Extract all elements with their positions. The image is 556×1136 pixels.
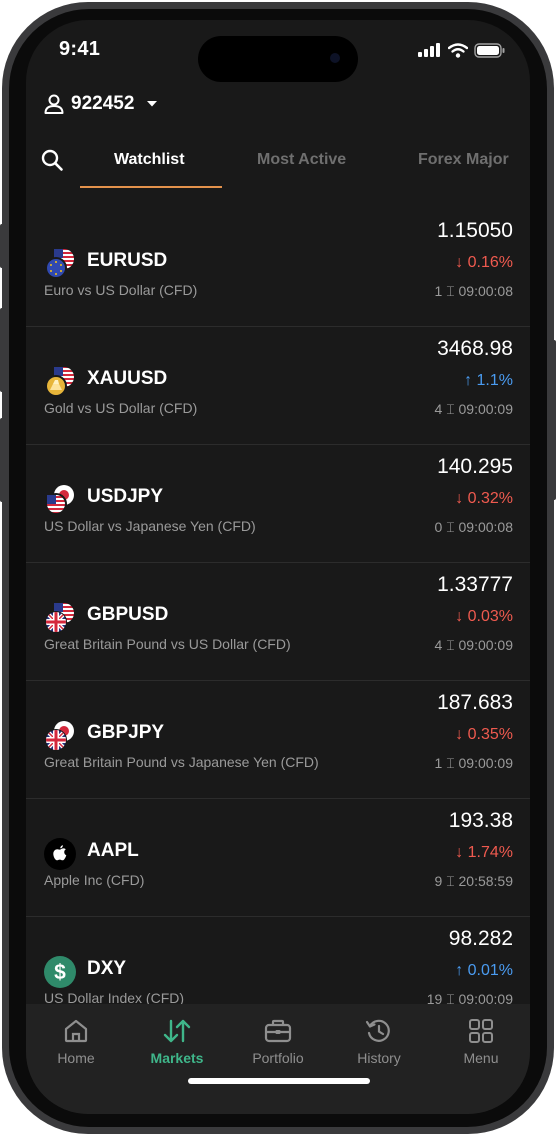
gb-jp-flags-icon bbox=[44, 720, 76, 752]
instrument-description: Great Britain Pound vs US Dollar (CFD) bbox=[44, 636, 291, 652]
apple-logo-icon bbox=[44, 838, 76, 870]
instrument-list[interactable]: EURUSD Euro vs US Dollar (CFD) 1.15050 ↓… bbox=[26, 208, 530, 1008]
instrument-symbol: DXY bbox=[87, 958, 127, 979]
history-icon bbox=[365, 1019, 390, 1042]
status-time: 9:41 bbox=[59, 38, 101, 60]
instrument-row-usdjpy[interactable]: USDJPY US Dollar vs Japanese Yen (CFD) 1… bbox=[26, 444, 530, 563]
active-tab-indicator bbox=[80, 186, 222, 188]
spread-and-time: 4 ⌶ 09:00:09 bbox=[434, 401, 513, 417]
instrument-row-xauusd[interactable]: XAUUSD Gold vs US Dollar (CFD) 3468.98 ↑… bbox=[26, 326, 530, 445]
markets-arrows-icon bbox=[163, 1019, 191, 1043]
instrument-description: Apple Inc (CFD) bbox=[44, 872, 145, 888]
search-icon[interactable] bbox=[40, 148, 64, 172]
camera-dot bbox=[330, 53, 340, 63]
instrument-price: 98.282 bbox=[448, 927, 513, 950]
instrument-price: 140.295 bbox=[437, 455, 513, 478]
instrument-row-gbpjpy[interactable]: GBPJPY Great Britain Pound vs Japanese Y… bbox=[26, 680, 530, 799]
instrument-price: 1.33777 bbox=[437, 573, 513, 596]
nav-home[interactable]: Home bbox=[31, 1018, 121, 1078]
gb-us-flags-icon bbox=[44, 602, 76, 634]
spread-and-time: 4 ⌶ 09:00:09 bbox=[434, 637, 513, 653]
spread-and-time: 9 ⌶ 20:58:59 bbox=[434, 873, 513, 889]
instrument-symbol: AAPL bbox=[87, 840, 139, 861]
action-button bbox=[0, 224, 4, 268]
chevron-down-icon bbox=[147, 101, 158, 107]
instrument-price: 193.38 bbox=[448, 809, 513, 832]
instrument-price: 1.15050 bbox=[437, 219, 513, 242]
nav-portfolio[interactable]: Portfolio bbox=[233, 1018, 323, 1078]
instrument-symbol: XAUUSD bbox=[87, 368, 168, 389]
bottom-nav: Home Markets Portfolio History Menu bbox=[26, 1004, 530, 1114]
svg-text:$: $ bbox=[54, 961, 66, 984]
instrument-description: Great Britain Pound vs Japanese Yen (CFD… bbox=[44, 754, 319, 770]
price-change: ↑ 1.1% bbox=[464, 372, 513, 389]
wifi-icon bbox=[448, 42, 468, 58]
nav-label: History bbox=[357, 1050, 401, 1066]
instrument-row-gbpusd[interactable]: GBPUSD Great Britain Pound vs US Dollar … bbox=[26, 562, 530, 681]
nav-menu[interactable]: Menu bbox=[436, 1018, 526, 1078]
instrument-symbol: USDJPY bbox=[87, 486, 164, 507]
spread-and-time: 1 ⌶ 09:00:09 bbox=[434, 755, 513, 771]
spread-and-time: 0 ⌶ 09:00:08 bbox=[434, 519, 513, 535]
instrument-row-eurusd[interactable]: EURUSD Euro vs US Dollar (CFD) 1.15050 ↓… bbox=[26, 208, 530, 327]
eu-us-flags-icon bbox=[44, 248, 76, 280]
account-number: 922452 bbox=[71, 93, 135, 114]
status-icons bbox=[418, 42, 506, 58]
nav-label: Portfolio bbox=[252, 1050, 304, 1066]
nav-label: Menu bbox=[463, 1050, 499, 1066]
instrument-row-aapl[interactable]: AAPL Apple Inc (CFD) 193.38 ↓ 1.74% 9 ⌶ … bbox=[26, 798, 530, 917]
nav-label: Home bbox=[57, 1050, 95, 1066]
nav-history[interactable]: History bbox=[334, 1018, 424, 1078]
status-bar: 9:41 bbox=[26, 20, 530, 82]
power-button bbox=[552, 340, 556, 500]
tab-forex-major[interactable]: Forex Major bbox=[418, 151, 509, 169]
gold-us-icon bbox=[44, 366, 76, 398]
dollar-icon: $ bbox=[44, 956, 76, 988]
volume-down-button bbox=[0, 418, 4, 502]
instrument-symbol: GBPJPY bbox=[87, 722, 165, 743]
instrument-price: 187.683 bbox=[437, 691, 513, 714]
volume-up-button bbox=[0, 308, 4, 392]
tab-most-active[interactable]: Most Active bbox=[257, 151, 346, 169]
nav-markets[interactable]: Markets bbox=[132, 1018, 222, 1078]
price-change: ↓ 0.16% bbox=[455, 254, 513, 271]
home-icon bbox=[64, 1019, 88, 1043]
instrument-description: US Dollar vs Japanese Yen (CFD) bbox=[44, 518, 256, 534]
price-change: ↑ 0.01% bbox=[455, 962, 513, 979]
price-change: ↓ 0.03% bbox=[455, 608, 513, 625]
instrument-symbol: EURUSD bbox=[87, 250, 168, 271]
instrument-description: Euro vs US Dollar (CFD) bbox=[44, 282, 198, 298]
home-indicator[interactable] bbox=[188, 1078, 370, 1084]
price-change: ↓ 1.74% bbox=[455, 844, 513, 861]
battery-icon bbox=[474, 42, 505, 58]
app-screen: 9:41 922452 Watchlist Most Active Forex … bbox=[26, 20, 530, 1114]
price-change: ↓ 0.32% bbox=[455, 490, 513, 507]
grid-icon bbox=[469, 1019, 493, 1043]
user-icon bbox=[44, 94, 64, 114]
spread-and-time: 1 ⌶ 09:00:08 bbox=[434, 283, 513, 299]
instrument-description: Gold vs US Dollar (CFD) bbox=[44, 400, 198, 416]
instrument-row-dxy[interactable]: $ DXY US Dollar Index (CFD) 98.282 ↑ 0.0… bbox=[26, 916, 530, 1008]
dynamic-island bbox=[198, 36, 358, 82]
tab-watchlist[interactable]: Watchlist bbox=[114, 151, 185, 169]
instrument-symbol: GBPUSD bbox=[87, 604, 169, 625]
nav-label: Markets bbox=[150, 1050, 204, 1066]
account-selector[interactable]: 922452 bbox=[43, 92, 160, 116]
price-change: ↓ 0.35% bbox=[455, 726, 513, 743]
signal-icon bbox=[418, 43, 440, 57]
briefcase-icon bbox=[264, 1019, 292, 1043]
us-jp-flags-icon bbox=[44, 484, 76, 516]
instrument-price: 3468.98 bbox=[437, 337, 513, 360]
market-tabs: Watchlist Most Active Forex Major bbox=[26, 138, 530, 190]
